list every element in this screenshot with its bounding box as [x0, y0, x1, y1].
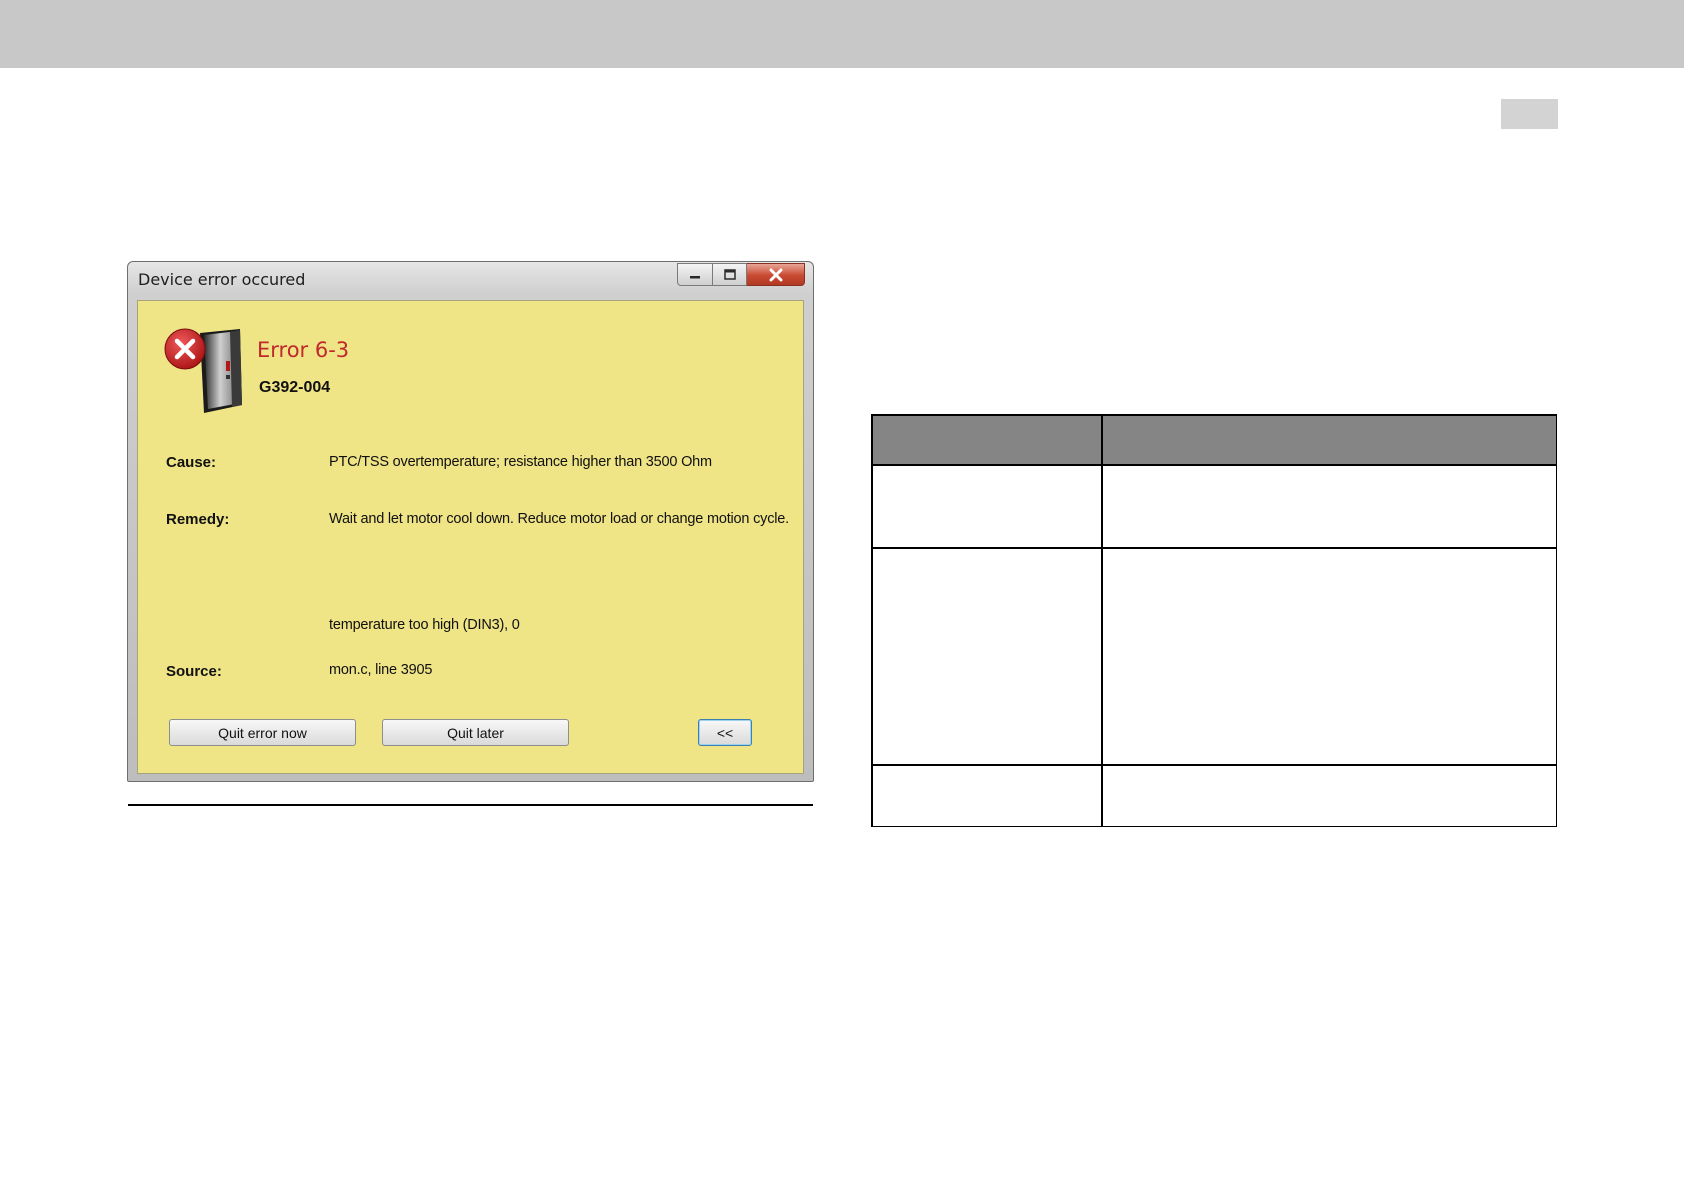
- remedy-label: Remedy:: [166, 511, 230, 528]
- minimize-button[interactable]: [677, 263, 713, 286]
- close-icon: [769, 268, 782, 281]
- minimize-icon: [690, 275, 700, 278]
- table-border-top: [871, 414, 1557, 416]
- page-tab-marker: [1501, 99, 1558, 129]
- cause-label: Cause:: [166, 454, 217, 471]
- close-button[interactable]: [747, 263, 805, 286]
- table-row-divider: [871, 464, 1557, 466]
- maximize-button[interactable]: [713, 263, 747, 286]
- device-id: G392-004: [259, 379, 331, 396]
- table-border-bottom: [871, 825, 1557, 827]
- table-row-divider: [871, 547, 1557, 549]
- source-text: mon.c, line 3905: [329, 662, 433, 678]
- error-title: Error 6-3: [257, 338, 350, 362]
- source-label: Source:: [166, 663, 222, 680]
- extra-info-text: temperature too high (DIN3), 0: [329, 617, 520, 633]
- top-band: [0, 0, 1684, 68]
- window-controls: [677, 263, 805, 287]
- table-border-right: [1555, 414, 1557, 827]
- device-error-dialog: Device error occured Error 6-3 G392-004 …: [127, 261, 814, 782]
- table-row-divider: [871, 764, 1557, 766]
- table-header: [871, 414, 1557, 465]
- maximize-icon: [723, 268, 736, 280]
- collapse-details-button[interactable]: <<: [698, 719, 752, 746]
- remedy-text: Wait and let motor cool down. Reduce mot…: [329, 511, 789, 527]
- info-table: [871, 414, 1557, 827]
- quit-later-button[interactable]: Quit later: [382, 719, 569, 746]
- quit-error-now-button[interactable]: Quit error now: [169, 719, 356, 746]
- cause-text: PTC/TSS overtemperature; resistance high…: [329, 454, 712, 470]
- dialog-body: Error 6-3 G392-004 Cause: PTC/TSS overte…: [137, 300, 804, 774]
- caption-rule: [128, 804, 813, 806]
- device-error-icon: [164, 328, 242, 413]
- table-column-divider: [1101, 414, 1103, 827]
- dialog-title: Device error occured: [138, 270, 306, 289]
- table-border-left: [871, 414, 873, 827]
